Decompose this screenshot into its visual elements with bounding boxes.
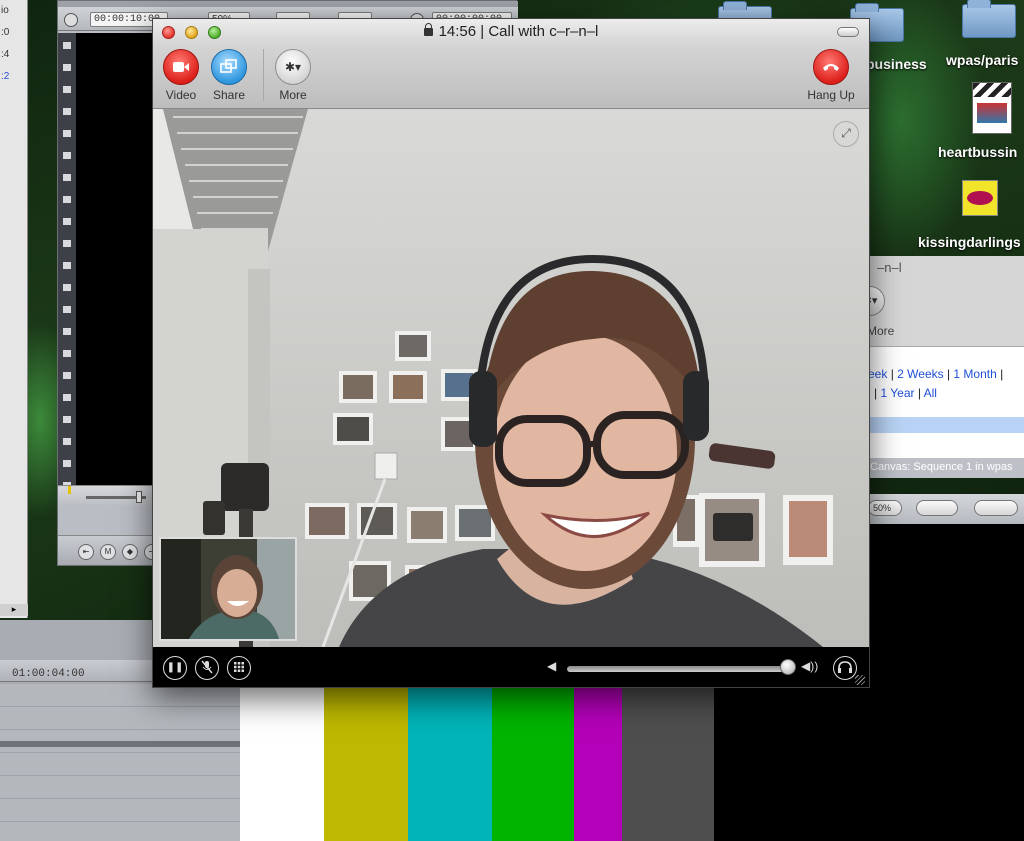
effects-grid-icon[interactable] — [227, 656, 251, 680]
timeline-divider — [0, 741, 240, 747]
marker-icon[interactable]: M — [100, 544, 116, 560]
date-range-links: | 1 Year | All — [874, 386, 937, 400]
color-bars — [240, 688, 714, 841]
headphones-glyph — [838, 661, 852, 673]
window-title: 14:56 | Call with c–r–n–l — [153, 23, 869, 40]
volume-high-icon: ◀)) — [801, 659, 819, 673]
volume-slider[interactable] — [567, 666, 795, 672]
ichat-window: 14:56 | Call with c–r–n–l Video Share ✱▾… — [152, 18, 870, 688]
filmstrip-edge — [58, 33, 76, 485]
fullscreen-icon[interactable]: ⤢ — [833, 121, 859, 147]
selected-row[interactable] — [868, 417, 1024, 433]
canvas-view-popup[interactable] — [916, 500, 958, 516]
video-camera-icon — [173, 62, 189, 72]
self-preview-image — [161, 539, 295, 639]
scrubber-bar[interactable] — [58, 485, 158, 507]
resize-grip[interactable] — [855, 675, 865, 685]
color-bar — [324, 688, 408, 841]
mark-in-icon[interactable]: ⇤ — [78, 544, 94, 560]
remote-video-feed: ⤢ — [153, 109, 869, 647]
left-panel-label: io — [1, 5, 9, 16]
call-controls-bar: ❚❚ ◀ ◀)) — [153, 647, 869, 687]
date-range-links: eek | 2 Weeks | 1 Month | — [868, 367, 1004, 381]
mute-icon[interactable] — [195, 656, 219, 680]
share-button[interactable] — [211, 49, 247, 85]
range-link[interactable]: eek — [868, 367, 887, 381]
clapper-image-icon[interactable] — [972, 82, 1012, 134]
left-panel-label: :0 — [1, 27, 10, 38]
background-chat-title: –n–l — [877, 260, 902, 275]
playhead-marker[interactable] — [68, 486, 71, 494]
shuttle-thumb[interactable] — [136, 491, 142, 503]
left-edit-window: io :0 :4 :2 ▸ — [0, 0, 28, 618]
color-bar — [622, 688, 714, 841]
pause-icon[interactable]: ❚❚ — [163, 656, 187, 680]
gear-icon: ✱▾ — [284, 60, 302, 74]
viewer-screen — [76, 33, 156, 485]
color-bar — [492, 688, 574, 841]
desktop: io :0 :4 :2 ▸ 00:00:10:00 50% 00:00:00:0… — [0, 0, 1024, 841]
desktop-icon-label[interactable]: business — [866, 56, 927, 72]
hang-up-button-label: Hang Up — [807, 88, 855, 102]
left-panel-label: :2 — [1, 71, 10, 82]
range-link[interactable]: 1 Month — [953, 367, 996, 381]
range-link[interactable]: All — [924, 386, 937, 400]
toolbar-toggle-button[interactable] — [837, 27, 859, 37]
clock-icon — [64, 13, 78, 27]
transport-controls: ⇤ M ◆ ⇥ — [58, 535, 160, 565]
canvas-zoom-popup[interactable]: 50% — [868, 500, 902, 516]
desktop-icon-label[interactable]: heartbussin — [938, 144, 1017, 160]
canvas-toolbar: 50% — [868, 494, 1024, 524]
folder-icon[interactable] — [962, 0, 1016, 38]
share-button-label: Share — [212, 88, 246, 102]
video-button[interactable] — [163, 49, 199, 85]
color-bar — [574, 688, 622, 841]
volume-slider-knob[interactable] — [780, 659, 797, 675]
canvas-title: Canvas: Sequence 1 in wpas — [868, 458, 1024, 478]
range-link[interactable]: 2 Weeks — [897, 367, 943, 381]
more-button[interactable]: ✱▾ — [275, 49, 311, 85]
lock-icon — [423, 23, 433, 36]
range-link[interactable]: 1 Year — [880, 386, 914, 400]
mute-microphone-glyph — [201, 660, 213, 674]
hang-up-button[interactable] — [813, 49, 849, 85]
desktop-icon-label[interactable]: kissingdarlings — [918, 234, 1021, 250]
self-preview[interactable] — [159, 537, 297, 641]
lips-image-icon[interactable] — [962, 180, 998, 216]
insert-icon[interactable]: ◆ — [122, 544, 138, 560]
window-title-text: 14:56 | Call with c–r–n–l — [438, 23, 599, 40]
headset-icon[interactable] — [833, 656, 857, 680]
scroll-arrow[interactable]: ▸ — [0, 604, 28, 616]
left-panel-label: :4 — [1, 49, 10, 60]
history-list: eek | 2 Weeks | 1 Month | | 1 Year | All — [868, 346, 1024, 458]
canvas-display-popup[interactable] — [974, 500, 1018, 516]
color-bar — [408, 688, 492, 841]
grid-glyph — [234, 662, 244, 672]
timeline-timecode: 01:00:04:00 — [12, 668, 85, 680]
phone-handset-icon — [823, 64, 839, 71]
toolbar-separator — [263, 49, 264, 101]
timeline-tracks[interactable] — [0, 684, 240, 841]
desktop-icon-label[interactable]: wpas/paris — [946, 52, 1018, 68]
background-more-label: More — [867, 324, 895, 338]
video-button-label: Video — [165, 88, 197, 102]
color-bar — [240, 688, 324, 841]
screen-share-icon — [220, 59, 237, 73]
volume-low-icon: ◀ — [547, 659, 557, 673]
more-button-label: More — [279, 88, 307, 102]
ichat-toolbar: 14:56 | Call with c–r–n–l Video Share ✱▾… — [153, 19, 869, 109]
